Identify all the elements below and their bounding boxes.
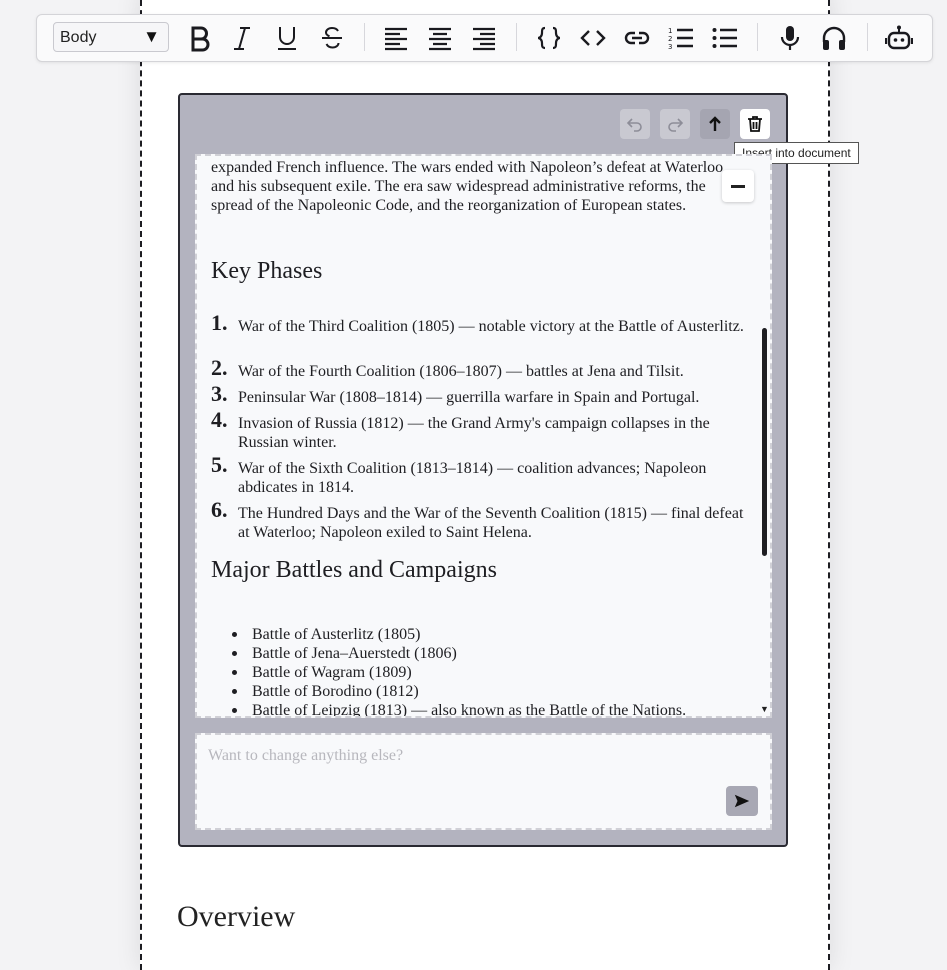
bullet-icon [232,689,237,694]
numbered-list-button[interactable]: 123 [664,22,698,54]
dictation-button[interactable] [773,22,807,54]
link-icon [624,31,650,45]
list-item: 2. War of the Fourth Coalition (1806–180… [211,357,751,381]
italic-button[interactable] [225,22,259,54]
list-item-text: War of the Sixth Coalition (1813–1814) —… [238,460,707,496]
generated-content[interactable]: expanded French influence. The wars ende… [195,154,772,718]
inline-code-button[interactable] [576,22,610,54]
list-item: 3. Peninsular War (1808–1814) — guerrill… [211,383,751,407]
align-center-icon [429,27,451,51]
list-item: 5. War of the Sixth Coalition (1813–1814… [211,454,751,497]
link-button[interactable] [620,22,654,54]
numbered-list-icon: 123 [668,27,693,51]
inline-code-icon [580,30,606,46]
arrow-up-icon [709,116,721,131]
list-item: Battle of Austerlitz (1805) [232,625,420,644]
align-right-icon [473,27,495,51]
robot-icon [885,25,913,50]
list-item-text: War of the Fourth Coalition (1806–1807) … [238,363,684,380]
list-item: 1. War of the Third Coalition (1805) — n… [211,312,751,336]
overview-heading: Overview [177,900,296,933]
bullet-list-button[interactable] [708,22,742,54]
align-left-button[interactable] [379,22,413,54]
list-number: 4. [211,407,228,432]
send-button[interactable] [726,786,758,816]
formatting-toolbar: Body ▼ 123 [36,14,933,62]
bold-icon [191,26,210,52]
bullet-icon [232,651,237,656]
intro-paragraph: expanded French influence. The wars ende… [211,159,724,214]
strikethrough-button[interactable] [315,22,349,54]
svg-text:1: 1 [668,27,672,35]
scroll-down-arrow-icon[interactable]: ▼ [760,704,769,714]
paragraph-style-value: Body [60,29,97,46]
undo-icon [626,118,642,132]
paragraph-style-select[interactable]: Body ▼ [53,22,169,52]
redo-icon [668,118,684,132]
list-item-text: The Hundred Days and the War of the Seve… [238,505,744,541]
svg-text:2: 2 [668,35,672,43]
redo-button[interactable] [660,109,690,139]
list-item-text: Peninsular War (1808–1814) — guerrilla w… [238,389,700,406]
chat-input[interactable]: Want to change anything else? [195,733,772,830]
heading-major-battles: Major Battles and Campaigns [211,557,497,583]
bold-button[interactable] [182,22,216,54]
chat-placeholder: Want to change anything else? [208,747,404,764]
collapse-button[interactable] [722,170,754,202]
undo-button[interactable] [620,109,650,139]
assistant-button[interactable] [882,22,916,54]
minus-icon [731,184,745,188]
microphone-icon [780,26,800,50]
list-item-text: War of the Third Coalition (1805) — nota… [238,318,744,335]
bullet-icon [232,670,237,675]
list-number: 1. [211,310,228,335]
read-aloud-button[interactable] [817,22,851,54]
headphones-icon [822,26,846,50]
list-item: Battle of Leipzig (1813) — also known as… [232,701,686,716]
list-number: 2. [211,355,228,380]
underline-button[interactable] [270,22,304,54]
list-number: 6. [211,497,228,522]
list-item: 6. The Hundred Days and the War of the S… [211,499,751,542]
bullet-icon [232,632,237,637]
strikethrough-icon [322,26,342,49]
list-number: 5. [211,452,228,477]
code-block-button[interactable] [532,22,566,54]
insert-into-document-button[interactable] [700,109,730,139]
align-right-button[interactable] [467,22,501,54]
italic-icon [234,27,250,50]
trash-icon [748,116,762,132]
scrollbar-thumb[interactable] [762,328,767,556]
list-item: Battle of Jena–Auerstedt (1806) [232,644,457,663]
code-block-icon [537,26,561,50]
dropdown-caret-icon: ▼ [143,27,160,46]
heading-key-phases: Key Phases [211,258,323,284]
send-icon [734,794,750,808]
list-item-text: Invasion of Russia (1812) — the Grand Ar… [238,415,710,451]
list-item: 4. Invasion of Russia (1812) — the Grand… [211,409,751,452]
bullet-icon [232,708,237,713]
list-item: Battle of Borodino (1812) [232,682,419,701]
list-number: 3. [211,381,228,406]
underline-icon [278,27,296,50]
list-item: Battle of Wagram (1809) [232,663,412,682]
align-left-icon [385,27,407,51]
align-center-button[interactable] [423,22,457,54]
delete-button[interactable] [740,109,770,139]
svg-text:3: 3 [668,43,672,51]
bullet-list-icon [712,28,737,48]
